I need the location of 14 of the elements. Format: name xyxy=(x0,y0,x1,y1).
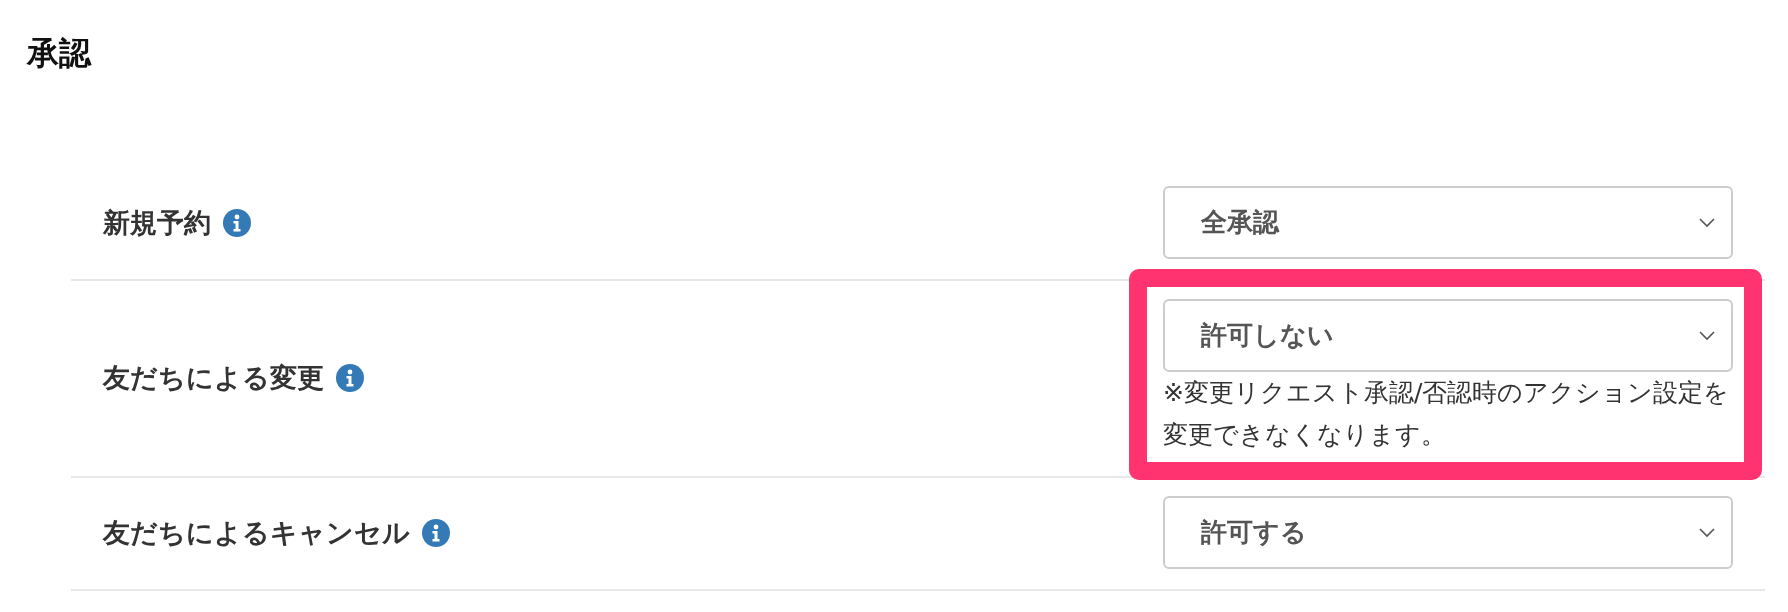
chevron-down-icon xyxy=(1699,217,1715,228)
info-icon[interactable] xyxy=(223,208,251,237)
select-dropdown[interactable]: 全承認 xyxy=(1163,186,1733,259)
select-dropdown[interactable]: 許可する xyxy=(1163,496,1733,569)
select-dropdown[interactable]: 許可しない xyxy=(1163,299,1733,372)
help-note: ※変更リクエスト承認/否認時のアクション設定を変更できなくなります。 xyxy=(1163,377,1731,451)
section-title: 承認 xyxy=(27,34,91,73)
setting-label: 新規予約 xyxy=(103,205,211,240)
chevron-down-icon xyxy=(1699,330,1715,341)
setting-label: 友だちによる変更 xyxy=(103,360,324,395)
chevron-down-icon xyxy=(1699,527,1715,538)
info-icon[interactable] xyxy=(336,363,364,392)
setting-label: 友だちによるキャンセル xyxy=(103,515,410,550)
info-icon[interactable] xyxy=(422,518,450,547)
